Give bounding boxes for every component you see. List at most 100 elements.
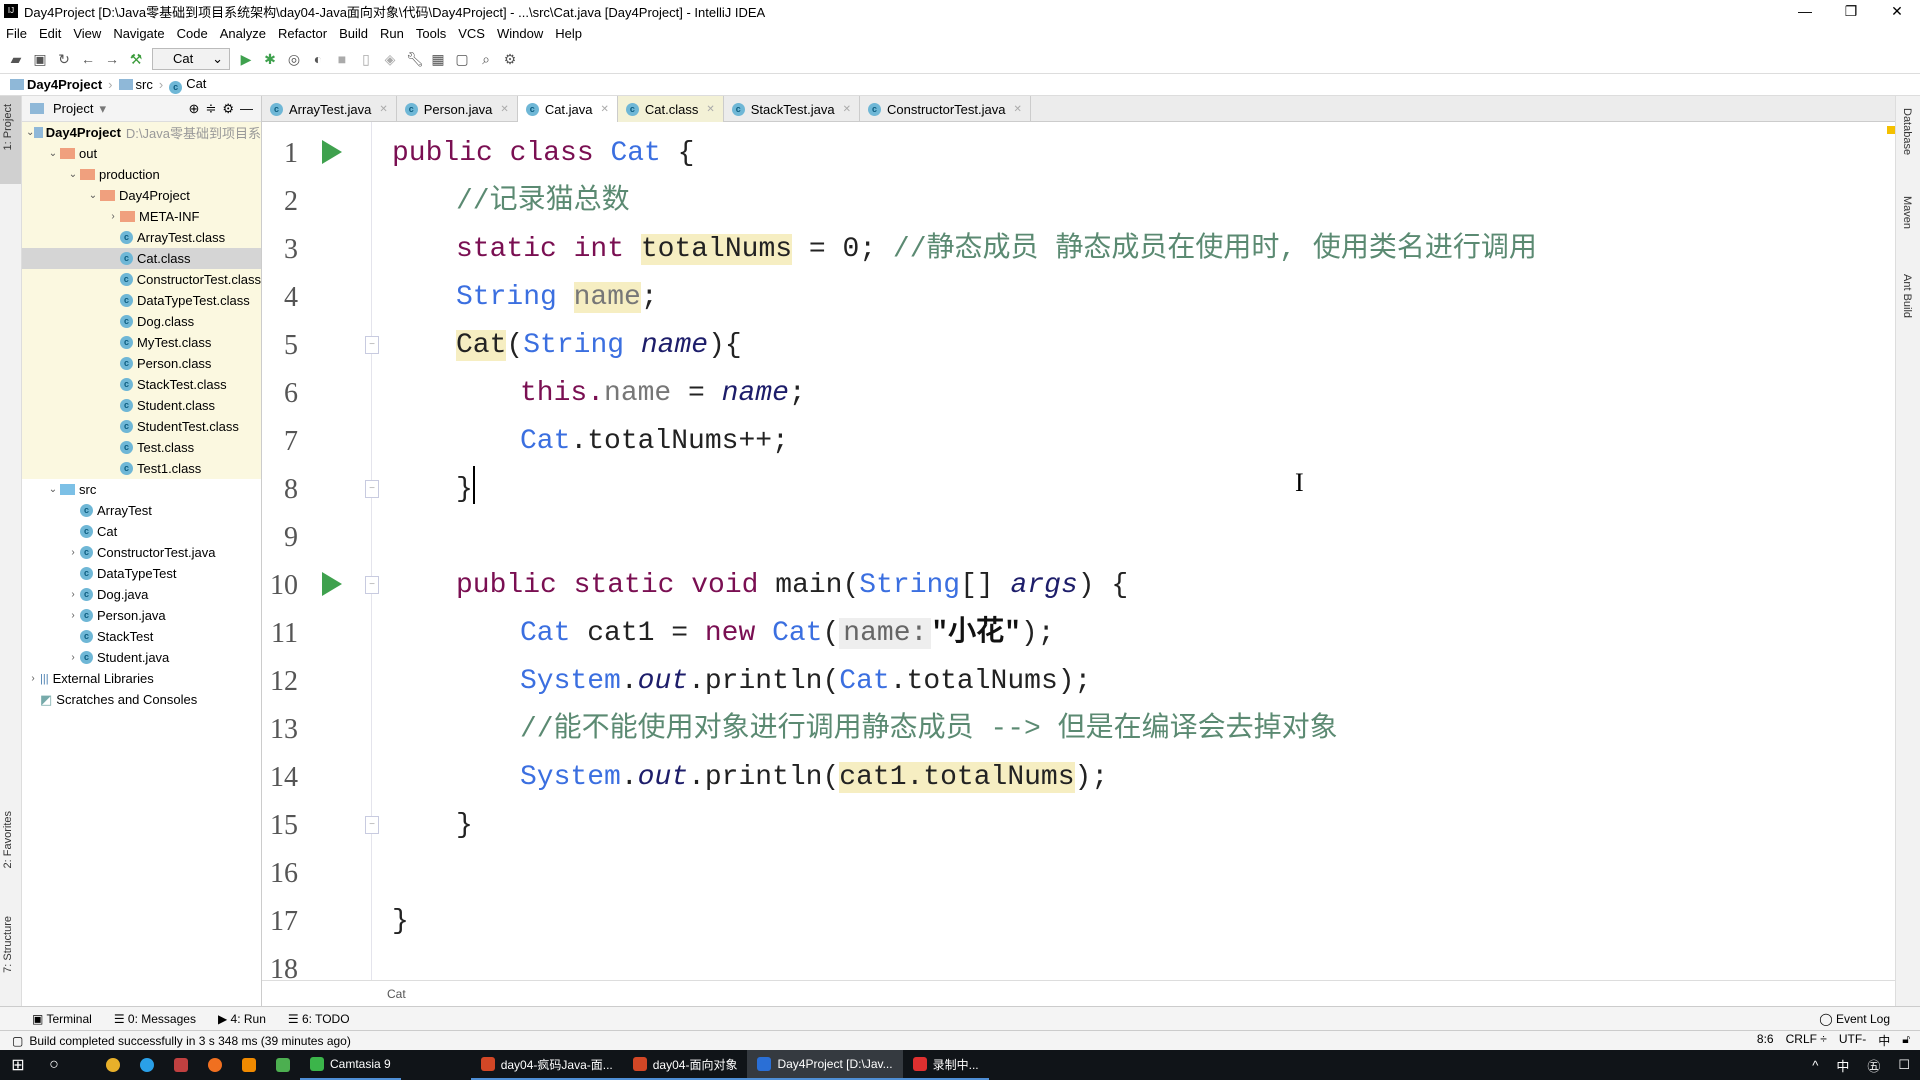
code-line[interactable]: } [392,898,409,946]
tab-stacktest-java[interactable]: c StackTest.java ✕ [724,96,860,122]
code-line[interactable]: //能不能使用对象进行调用静态成员 --> 但是在编译会去掉对象 [520,706,1338,754]
restore-button[interactable]: ❐ [1828,0,1874,22]
tab-cat-java[interactable]: c Cat.java ✕ [517,96,618,122]
terminal-tab[interactable]: ▣ Terminal [32,1012,92,1026]
tree-item[interactable]: ⌄ src [22,479,261,500]
menu-tools[interactable]: Tools [416,26,446,41]
lock-icon[interactable]: 🔓︎ [1902,1032,1910,1049]
sync-icon[interactable]: ↻ [56,51,72,67]
tree-item[interactable]: c DataTypeTest [22,563,261,584]
database-tool-tab[interactable]: Database [1901,108,1913,155]
fold-icon[interactable]: − [365,480,379,498]
tree-item[interactable]: › c ConstructorTest.java [22,542,261,563]
code-line[interactable]: //记录猫总数 [456,178,630,226]
tab-arraytest-java[interactable]: c ArrayTest.java ✕ [262,96,397,122]
fold-icon[interactable]: − [365,336,379,354]
status-message[interactable]: Build completed successfully in 3 s 348 … [29,1034,351,1048]
code-line[interactable]: String name; [456,274,658,322]
tray-item[interactable]: 中 [1836,1056,1849,1075]
fold-icon[interactable]: − [365,576,379,594]
tree-item[interactable]: › c Student.java [22,647,261,668]
expand-arrow-icon[interactable]: ⌄ [26,127,34,138]
taskbar-item[interactable]: day04-疯码Java-面... [470,1050,623,1080]
line-separator[interactable]: CRLF ÷ [1786,1032,1827,1049]
project-tool-tab[interactable]: 1: Project [2,104,14,150]
chrome-icon[interactable] [106,1058,120,1072]
locate-icon[interactable]: ⊕ [189,101,200,117]
ant-build-tool-tab[interactable]: Ant Build [1901,274,1913,318]
tree-item[interactable]: c Test.class [22,437,261,458]
code-line[interactable]: } [456,466,475,514]
build-hammer-icon[interactable]: ⚒ [128,51,144,67]
close-button[interactable]: ✕ [1874,0,1920,22]
tree-item[interactable]: c Test1.class [22,458,261,479]
project-view-select[interactable]: Project [53,101,93,116]
fold-icon[interactable]: − [365,816,379,834]
close-tab-icon[interactable]: ✕ [601,104,609,115]
tree-item[interactable]: › META-INF [22,206,261,227]
tree-item[interactable]: c ArrayTest.class [22,227,261,248]
close-tab-icon[interactable]: ✕ [379,104,387,115]
code-line[interactable]: Cat.totalNums++; [520,418,789,466]
taskbar-item[interactable]: Camtasia 9 [300,1050,401,1080]
tree-item[interactable]: ⌄ out [22,143,261,164]
vcs-icon[interactable]: ▯ [358,51,374,67]
code-line[interactable]: Cat(String name){ [456,322,742,370]
run-tab[interactable]: ▶ 4: Run [218,1012,266,1026]
tree-item[interactable]: c Dog.class [22,311,261,332]
menu-view[interactable]: View [73,26,101,41]
expand-arrow-icon[interactable]: › [66,652,80,663]
terminal-icon[interactable]: ▢ [454,51,470,67]
file-encoding[interactable]: UTF- [1839,1032,1866,1049]
windows-start-icon[interactable]: ⊞ [0,1055,36,1075]
tree-item[interactable]: c StackTest [22,626,261,647]
tree-item[interactable]: › c Person.java [22,605,261,626]
menu-analyze[interactable]: Analyze [220,26,266,41]
tree-item[interactable]: c ConstructorTest.class [22,269,261,290]
close-tab-icon[interactable]: ✕ [706,104,714,115]
project-structure-icon[interactable]: ▦ [430,51,446,67]
attach-icon[interactable]: ◈ [382,51,398,67]
code-line[interactable]: System.out.println(cat1.totalNums); [520,754,1108,802]
menu-refactor[interactable]: Refactor [278,26,327,41]
forward-icon[interactable]: → [104,51,120,67]
tree-item[interactable]: c MyTest.class [22,332,261,353]
taskbar-item[interactable]: Day4Project [D:\Jav... [747,1050,903,1080]
maven-tool-tab[interactable]: Maven [1901,196,1913,229]
tray-item[interactable]: ^ [1812,1058,1818,1073]
tree-item[interactable]: c Cat [22,521,261,542]
event-log-tab[interactable]: ◯ Event Log [1819,1012,1890,1026]
code-editor[interactable]: 1 2 3 4 5 6 7 8 9 10 11 12 13 14 15 16 17 18 public class… [262,122,1895,980]
gear-icon[interactable]: ⚙ [222,101,234,117]
breadcrumb-src[interactable]: src [118,77,153,92]
menu-build[interactable]: Build [339,26,368,41]
menu-code[interactable]: Code [177,26,208,41]
menu-edit[interactable]: Edit [39,26,61,41]
settings-wrench-icon[interactable]: 🔧︎ [406,51,424,67]
debug-icon[interactable]: ✱ [262,51,278,67]
expand-arrow-icon[interactable]: ⌄ [46,484,60,495]
editor-breadcrumb[interactable]: Cat [262,980,1895,1006]
tree-item[interactable]: c Student.class [22,395,261,416]
stop-icon[interactable]: ■ [334,51,350,67]
tab-cat-class[interactable]: c Cat.class ✕ [617,96,724,122]
caret-position[interactable]: 8:6 [1757,1032,1774,1049]
taskbar-item[interactable]: day04-面向对象 [622,1050,748,1080]
green-app-icon[interactable] [276,1058,290,1072]
sdk-icon[interactable]: ⚙ [502,51,518,67]
open-folder-icon[interactable]: ▰ [8,51,24,67]
code-line[interactable]: Cat cat1 = new Cat(name: "小花"); [520,610,1055,658]
expand-arrow-icon[interactable]: › [26,673,40,684]
menu-help[interactable]: Help [555,26,582,41]
expand-arrow-icon[interactable]: › [66,547,80,558]
favorites-tool-tab[interactable]: 2: Favorites [2,811,14,868]
search-circle-icon[interactable]: ○ [36,1056,72,1074]
save-icon[interactable]: ▣ [32,51,48,67]
tree-item[interactable]: c Cat.class [22,248,261,269]
close-tab-icon[interactable]: ✕ [843,104,851,115]
code-line[interactable]: public static void main(String[] args) { [456,562,1128,610]
warning-stripe[interactable] [1887,126,1895,134]
tree-item[interactable]: c ArrayTest [22,500,261,521]
structure-tool-tab[interactable]: 7: Structure [2,916,14,973]
menu-run[interactable]: Run [380,26,404,41]
